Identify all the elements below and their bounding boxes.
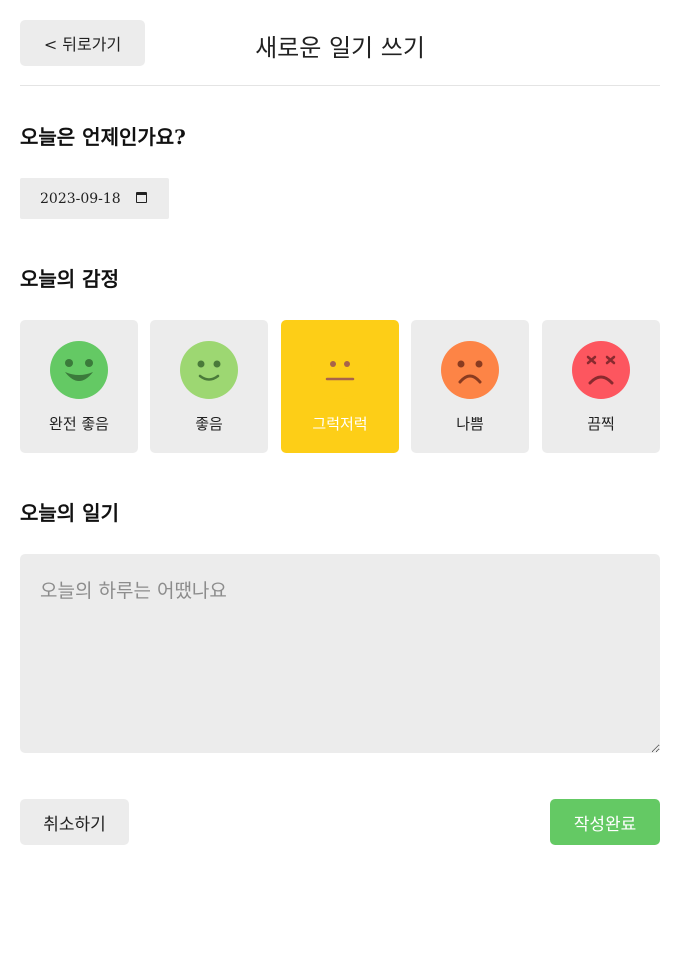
very-happy-face-icon [50, 341, 108, 399]
sad-face-icon [441, 341, 499, 399]
emotion-label: 그럭저럭 [312, 415, 368, 433]
emotion-label: 좋음 [195, 415, 223, 433]
header: < 뒤로가기 새로운 일기 쓰기 [20, 20, 660, 86]
date-value: 2023-09-18 [40, 190, 121, 207]
diary-textarea[interactable] [20, 554, 660, 753]
emotion-item-terrible[interactable]: 끔찍 [542, 320, 660, 453]
cancel-button[interactable]: 취소하기 [20, 799, 129, 845]
diary-section-title: 오늘의 일기 [20, 501, 119, 525]
emotion-item-very-good[interactable]: 완전 좋음 [20, 320, 138, 453]
emotion-label: 끔찍 [587, 415, 615, 433]
terrible-face-icon [572, 341, 630, 399]
emotion-label: 나쁨 [456, 415, 484, 433]
neutral-face-icon [311, 341, 369, 399]
emotion-label: 완전 좋음 [49, 415, 109, 433]
calendar-icon[interactable] [136, 192, 147, 203]
happy-face-icon [180, 341, 238, 399]
date-input[interactable]: 2023-09-18 [20, 178, 169, 219]
submit-button[interactable]: 작성완료 [550, 799, 660, 845]
emotion-item-so-so[interactable]: 그럭저럭 [281, 320, 399, 453]
page-title: 새로운 일기 쓰기 [255, 34, 425, 62]
emotion-list: 완전 좋음 좋음 그럭저럭 나쁨 끔찍 [20, 320, 660, 453]
emotion-section-title: 오늘의 감정 [20, 267, 119, 291]
emotion-item-good[interactable]: 좋음 [150, 320, 268, 453]
date-section-title: 오늘은 언제인가요? [20, 125, 186, 149]
emotion-item-bad[interactable]: 나쁨 [411, 320, 529, 453]
